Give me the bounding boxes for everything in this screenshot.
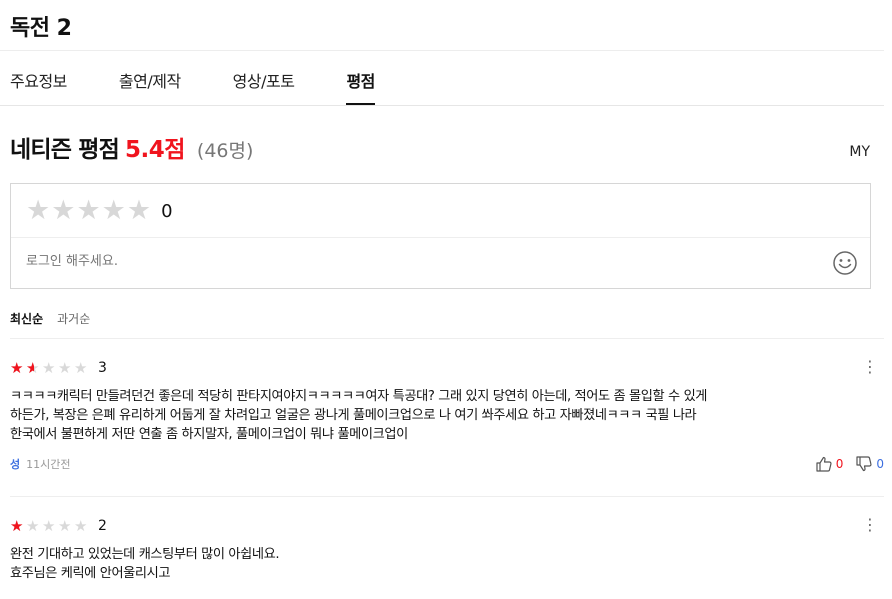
comment-input[interactable] <box>26 254 806 269</box>
review-score: 2 <box>98 518 107 534</box>
star-1-icon[interactable]: ★ <box>26 196 50 226</box>
divider <box>10 496 884 497</box>
tab-rating[interactable]: 평점 <box>346 68 375 106</box>
star-half-icon: ★ ★ <box>26 358 40 377</box>
sort-oldest[interactable]: 과거순 <box>57 310 90 327</box>
rating-score: 5.4점 <box>125 137 185 163</box>
sort-latest[interactable]: 최신순 <box>10 310 43 327</box>
dislike-button[interactable]: 0 <box>855 455 884 473</box>
divider <box>0 105 884 106</box>
star-icon: ★ ★ <box>10 358 24 377</box>
star-2-icon[interactable]: ★ <box>51 196 75 226</box>
review-meta: 성 11시간전 0 0 <box>10 456 884 472</box>
tab-cast-production[interactable]: 출연/제작 <box>119 68 181 106</box>
star-empty-icon: ★ <box>58 516 72 535</box>
review-time: 11시간전 <box>26 458 71 471</box>
star-5-icon[interactable]: ★ <box>127 196 151 226</box>
star-empty-icon: ★ <box>74 516 88 535</box>
rating-header: 네티즌 평점 5.4점 (46명) <box>10 130 253 164</box>
star-selector: ★ ★ ★ ★ ★ 0 <box>26 196 173 226</box>
review-item: ★ ★ ★ ★ ★ ★ ★ 3 ⋮ ㅋㅋㅋㅋ캐릭터 만들려던건 좋은데 적당히 판타… <box>10 359 884 472</box>
rating-title: 네티즌 평점 <box>10 137 120 163</box>
thumbs-down-icon <box>856 456 872 472</box>
dislike-count: 0 <box>876 457 884 471</box>
star-empty-icon: ★ <box>58 358 72 377</box>
star-4-icon[interactable]: ★ <box>102 196 126 226</box>
tab-main-info[interactable]: 주요정보 <box>10 68 67 106</box>
review-rating: ★ ★ ★ ★ ★ ★ ★ 3 <box>10 359 884 377</box>
star-icon: ★ ★ <box>10 516 24 535</box>
more-options-icon[interactable]: ⋮ <box>862 359 878 375</box>
smiley-icon[interactable] <box>832 250 858 276</box>
tab-bar: 주요정보 출연/제작 영상/포토 평점 <box>10 68 427 106</box>
divider <box>10 338 884 339</box>
review-text: 완전 기대하고 있었는데 캐스팅부터 많이 아쉽네요. 효주님은 케릭에 안어울… <box>10 547 280 581</box>
vote-group: 0 0 <box>803 455 884 473</box>
divider <box>11 237 870 238</box>
tab-video-photo[interactable]: 영상/포토 <box>233 68 295 106</box>
page-title: 독전 2 <box>10 16 72 41</box>
star-empty-icon: ★ <box>26 516 40 535</box>
star-empty-icon: ★ <box>42 358 56 377</box>
review-item: ★ ★ ★ ★ ★ ★ 2 ⋮ 완전 기대하고 있었는데 캐스팅부터 많이 아쉽네… <box>10 517 884 583</box>
review-score: 3 <box>98 360 107 376</box>
more-options-icon[interactable]: ⋮ <box>862 517 878 533</box>
like-count: 0 <box>835 457 844 471</box>
star-empty-icon: ★ <box>74 358 88 377</box>
review-author[interactable]: 성 <box>10 456 20 472</box>
like-button[interactable]: 0 <box>815 455 844 473</box>
thumbs-up-icon <box>816 456 832 472</box>
my-rating-link[interactable]: MY <box>849 144 870 160</box>
star-value: 0 <box>161 200 173 222</box>
rating-count: (46명) <box>196 140 254 162</box>
star-empty-icon: ★ <box>42 516 56 535</box>
review-text: ㅋㅋㅋㅋ캐릭터 만들려던건 좋은데 적당히 판타지여야지ㅋㅋㅋㅋㅋ여자 특공대?… <box>10 389 708 442</box>
divider <box>0 50 884 51</box>
review-rating: ★ ★ ★ ★ ★ ★ 2 <box>10 517 884 535</box>
rating-input-box: ★ ★ ★ ★ ★ 0 <box>10 183 871 289</box>
sort-bar: 최신순 과거순 <box>10 310 104 327</box>
star-3-icon[interactable]: ★ <box>76 196 100 226</box>
